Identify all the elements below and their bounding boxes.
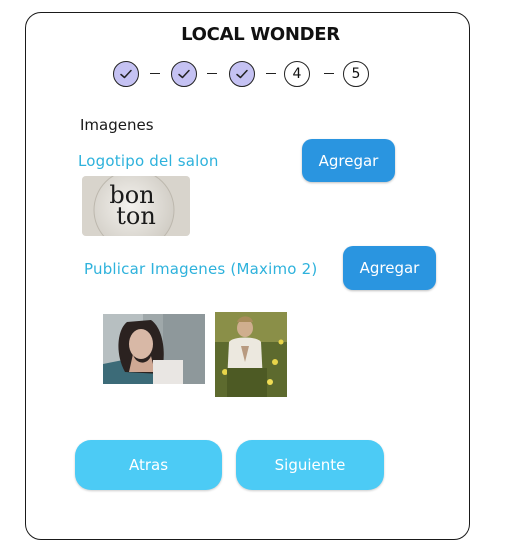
add-logo-button[interactable]: Agregar: [302, 139, 395, 182]
logo-image-art: bon ton: [82, 176, 190, 236]
logo-text-line2: ton: [116, 202, 156, 230]
publish-images-label: Publicar Imagenes (Maximo 2): [84, 260, 318, 278]
step-2-check-icon: [171, 61, 197, 87]
step-connector: [324, 73, 334, 75]
step-connector: [266, 73, 276, 75]
next-button[interactable]: Siguiente: [236, 440, 384, 490]
salon-logo-image: bon ton: [82, 176, 190, 236]
images-heading: Imagenes: [80, 116, 154, 134]
step-connector: [150, 73, 160, 75]
step-3-check-icon: [229, 61, 255, 87]
uploaded-photo-2: [215, 312, 287, 397]
add-images-button[interactable]: Agregar: [343, 246, 436, 290]
app-title: LOCAL WONDER: [181, 24, 340, 45]
back-button[interactable]: Atras: [75, 440, 222, 490]
step-connector: [207, 73, 217, 75]
logo-label: Logotipo del salon: [78, 152, 219, 170]
step-4: 4: [284, 61, 310, 87]
step-1-check-icon: [113, 61, 139, 87]
step-5: 5: [343, 61, 369, 87]
uploaded-photo-1: [103, 314, 205, 384]
